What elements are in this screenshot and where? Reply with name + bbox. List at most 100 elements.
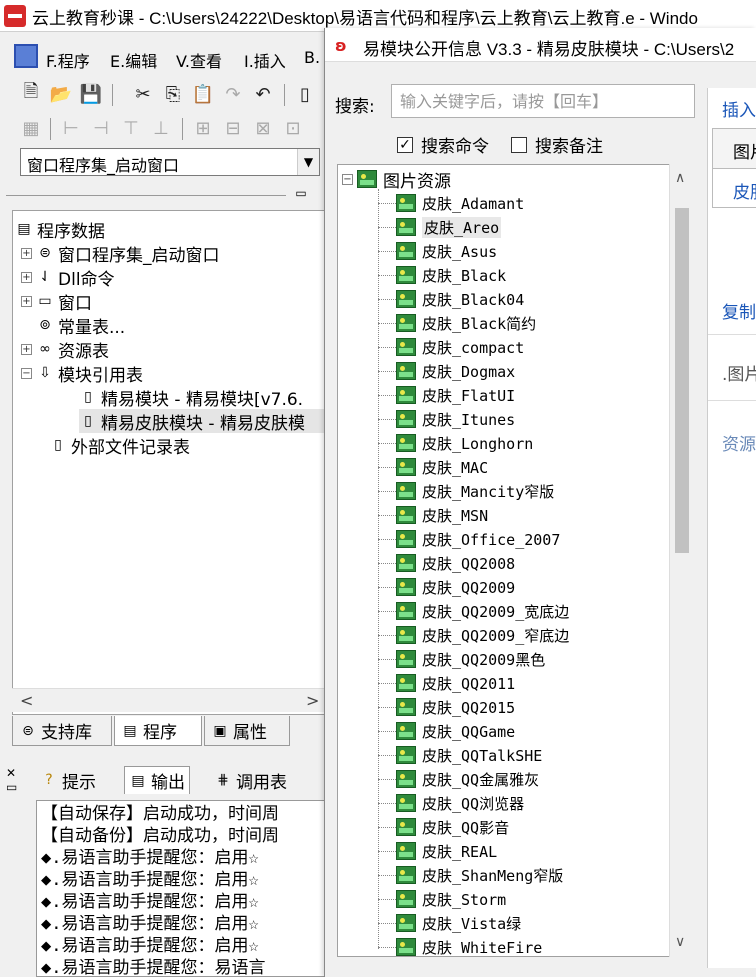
tree-item-external-files[interactable]: ▯ 外部文件记录表 (49, 433, 190, 458)
undo-icon[interactable]: ↶ (250, 82, 276, 106)
skin-list-item[interactable]: 皮肤_Areo (338, 215, 502, 239)
align-top-icon[interactable]: ⊤ (118, 116, 144, 140)
chevron-down-icon[interactable]: ▼ (297, 149, 319, 175)
save-icon[interactable]: 💾 (78, 82, 104, 106)
pane-pin-icon[interactable]: ▭ (292, 186, 310, 204)
skin-list-item[interactable]: 皮肤_QQ2011 (338, 671, 515, 695)
same-height-icon[interactable]: ⊡ (280, 116, 306, 140)
tab-properties[interactable]: ▣ 属性 (204, 716, 290, 746)
skin-list-item[interactable]: 皮肤_Longhorn (338, 431, 533, 455)
search-input[interactable] (392, 85, 694, 117)
menu-edit[interactable]: E.编辑 (110, 48, 157, 72)
grid-icon[interactable]: ▦ (18, 116, 44, 140)
center-v-icon[interactable]: ⊟ (220, 116, 246, 140)
tab-call-stack[interactable]: ⋕ 调用表 (210, 766, 291, 794)
skin-list-item[interactable]: 皮肤_MAC (338, 455, 488, 479)
search-notes-checkbox[interactable]: 搜索备注 (511, 132, 603, 157)
skin-list-item[interactable]: 皮肤_QQ2015 (338, 695, 515, 719)
tree-item-modules[interactable]: − ⇩ 模块引用表 (21, 361, 143, 386)
tree-item-module-skin[interactable]: ▯ 精易皮肤模块 - 精易皮肤模 (79, 409, 329, 434)
skin-list-item[interactable]: 皮肤_QQ金属雅灰 (338, 767, 539, 791)
insert-link[interactable]: 插入 (722, 96, 756, 121)
skin-list-item[interactable]: 皮肤_WhiteFire (338, 935, 542, 956)
tree-item-resources[interactable]: + ∞ 资源表 (21, 337, 109, 362)
tree-root-program-data[interactable]: ▤ 程序数据 (15, 217, 105, 242)
paste-icon[interactable]: 📋 (190, 82, 216, 106)
tab-support-library[interactable]: ⊜ 支持库 (12, 716, 112, 746)
skin-list-item[interactable]: 皮肤_QQTalkSHE (338, 743, 542, 767)
scroll-down-icon[interactable]: ∨ (675, 934, 685, 950)
menu-view[interactable]: V.查看 (176, 48, 222, 72)
minimize-icon[interactable]: ▭ (6, 780, 20, 794)
copy-link[interactable]: 复制 (722, 298, 756, 323)
tree-item-module-jingyi[interactable]: ▯ 精易模块 - 精易模块[v7.6. (79, 385, 303, 410)
skin-list-item[interactable]: 皮肤_compact (338, 335, 524, 359)
align-bottom-icon[interactable]: ⊥ (148, 116, 174, 140)
expand-icon[interactable]: + (21, 343, 32, 355)
skin-list-item[interactable]: 皮肤_QQ2009_窄底边 (338, 623, 569, 647)
close-icon[interactable]: ✕ (6, 766, 20, 780)
skin-list-item[interactable]: 皮肤_Black04 (338, 287, 524, 311)
skin-list-item[interactable]: 皮肤_Black简约 (338, 311, 536, 335)
menu-b[interactable]: B. (304, 48, 320, 67)
search-commands-checkbox[interactable]: ✓ 搜索命令 (397, 132, 489, 157)
tree-item-dll[interactable]: + ⇃ Dll命令 (21, 265, 115, 290)
skin-list-item[interactable]: 皮肤_QQGame (338, 719, 515, 743)
scroll-right-icon[interactable]: > (306, 691, 319, 710)
skin-list-item[interactable]: 皮肤_Mancity窄版 (338, 479, 554, 503)
skin-list-item[interactable]: 皮肤_Asus (338, 239, 497, 263)
tree-item-window[interactable]: + ▭ 窗口 (21, 289, 92, 314)
skin-list-item[interactable]: 皮肤_QQ2009 (338, 575, 515, 599)
expand-icon[interactable]: + (21, 295, 32, 307)
tab-tips[interactable]: ? 提示 (36, 766, 100, 794)
skin-list-item[interactable]: 皮肤_Black (338, 263, 506, 287)
scroll-thumb[interactable] (675, 208, 689, 553)
align-right-icon[interactable]: ⊣ (88, 116, 114, 140)
scroll-left-icon[interactable]: < (20, 691, 33, 710)
skin-list-item[interactable]: 皮肤_QQ2009_宽底边 (338, 599, 569, 623)
align-left-icon[interactable]: ⊢ (58, 116, 84, 140)
scroll-up-icon[interactable]: ∧ (675, 170, 685, 186)
menu-insert[interactable]: I.插入 (244, 48, 286, 72)
skin-list-item[interactable]: 皮肤_Itunes (338, 407, 515, 431)
expand-icon[interactable]: + (21, 247, 32, 259)
skin-list-item[interactable]: 皮肤_QQ2009黑色 (338, 647, 545, 671)
tab-output[interactable]: ▤ 输出 (124, 766, 190, 794)
skin-list-item[interactable]: 皮肤_Dogmax (338, 359, 515, 383)
tree-root-picture-resources[interactable]: − 图片资源 (342, 167, 451, 192)
skin-list-item[interactable]: 皮肤_Vista绿 (338, 911, 521, 935)
assembly-combo[interactable]: 窗口程序集_启动窗口 ▼ (20, 148, 320, 176)
toolbar-more-icon[interactable]: ▯ (292, 82, 318, 106)
tab-program[interactable]: ▤ 程序 (114, 716, 202, 746)
left-tree-hscrollbar[interactable]: < > (12, 688, 330, 712)
log-line: ◆.易语言助手提醒您：启用☆ (41, 892, 259, 912)
copy-icon[interactable]: ⎘ (160, 82, 186, 106)
skin-list-item[interactable]: 皮肤_ShanMeng窄版 (338, 863, 563, 887)
collapse-icon[interactable]: − (21, 367, 32, 379)
menu-program[interactable]: F.程序 (46, 48, 90, 72)
expand-icon[interactable]: + (21, 271, 32, 283)
detail-value-cell[interactable]: 皮肤 (733, 178, 756, 203)
skin-list-item[interactable]: 皮肤_REAL (338, 839, 497, 863)
skin-list-item[interactable]: 皮肤_QQ2008 (338, 551, 515, 575)
center-h-icon[interactable]: ⊞ (190, 116, 216, 140)
skin-list-item[interactable]: 皮肤_Storm (338, 887, 506, 911)
new-file-icon[interactable]: 🗎 (18, 81, 44, 106)
collapse-icon[interactable]: − (342, 173, 353, 185)
skin-list-item[interactable]: 皮肤_QQ影音 (338, 815, 509, 839)
tree-item-constants[interactable]: ⊚ 常量表... (36, 313, 125, 338)
cut-icon[interactable]: ✂ (130, 82, 156, 106)
skin-list-item[interactable]: 皮肤_FlatUI (338, 383, 515, 407)
skin-list-item[interactable]: 皮肤_Adamant (338, 191, 524, 215)
picture-icon (396, 866, 416, 884)
open-folder-icon[interactable]: 📂 (48, 82, 74, 106)
checkbox-unchecked-icon[interactable] (511, 136, 527, 153)
tree-item-assembly[interactable]: + ⊜ 窗口程序集_启动窗口 (21, 241, 220, 266)
resource-tree-vscrollbar[interactable]: ∧ ∨ (669, 164, 693, 957)
checkbox-checked-icon[interactable]: ✓ (397, 136, 413, 153)
skin-list-item[interactable]: 皮肤_QQ浏览器 (338, 791, 524, 815)
skin-list-item[interactable]: 皮肤_Office_2007 (338, 527, 560, 551)
skin-list-item[interactable]: 皮肤_MSN (338, 503, 488, 527)
redo-icon[interactable]: ↷ (220, 82, 246, 106)
same-width-icon[interactable]: ⊠ (250, 116, 276, 140)
